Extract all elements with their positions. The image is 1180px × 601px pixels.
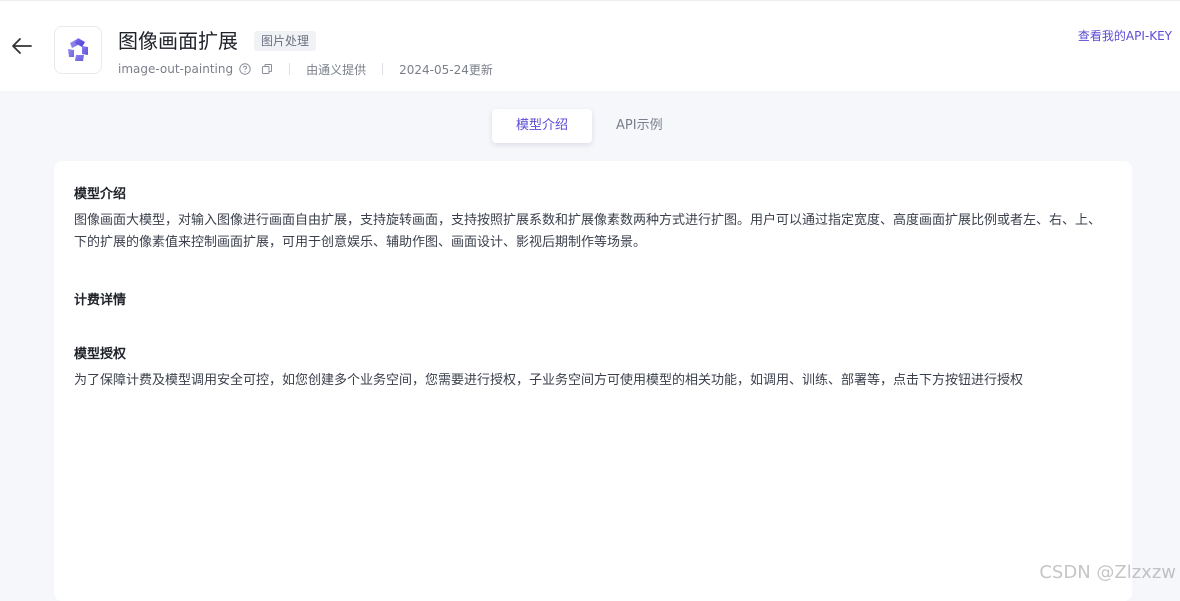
intro-heading: 模型介绍 bbox=[74, 187, 127, 202]
page-header: 图像画面扩展 图片处理 image-out-painting 由通义提供 202… bbox=[0, 0, 1180, 91]
page-title: 图像画面扩展 bbox=[118, 29, 238, 53]
provider-label: 由通义提供 bbox=[306, 62, 367, 77]
tab-bar: 模型介绍 API示例 bbox=[492, 109, 687, 143]
auth-text: 为了保障计费及模型调用安全可控，如您创建多个业务空间，您需要进行授权，子业务空间… bbox=[74, 373, 1024, 388]
model-id: image-out-painting bbox=[118, 62, 234, 76]
help-icon[interactable] bbox=[239, 63, 251, 75]
meta-divider bbox=[289, 63, 291, 75]
meta-divider bbox=[382, 63, 384, 75]
model-logo bbox=[54, 26, 102, 74]
back-arrow-icon[interactable] bbox=[10, 34, 34, 58]
auth-heading: 模型授权 bbox=[74, 347, 127, 362]
copy-icon[interactable] bbox=[261, 63, 273, 75]
intro-text: 图像画面大模型，对输入图像进行画面自由扩展，支持旋转画面，支持按照扩展系数和扩展… bbox=[74, 213, 1102, 250]
model-meta: image-out-painting 由通义提供 2024-05-24更新 bbox=[118, 59, 493, 79]
watermark: CSDN @Zlzxzw bbox=[1039, 562, 1176, 583]
view-api-key-link[interactable]: 查看我的API-KEY bbox=[1078, 27, 1172, 44]
billing-heading: 计费详情 bbox=[74, 293, 127, 308]
content-card: 模型介绍 图像画面大模型，对输入图像进行画面自由扩展，支持旋转画面，支持按照扩展… bbox=[54, 161, 1132, 601]
category-tag: 图片处理 bbox=[254, 31, 317, 51]
tab-api-example[interactable]: API示例 bbox=[592, 109, 687, 143]
updated-date: 2024-05-24更新 bbox=[399, 62, 493, 77]
tongyi-logo-icon bbox=[68, 38, 88, 61]
tab-model-intro[interactable]: 模型介绍 bbox=[492, 109, 593, 143]
